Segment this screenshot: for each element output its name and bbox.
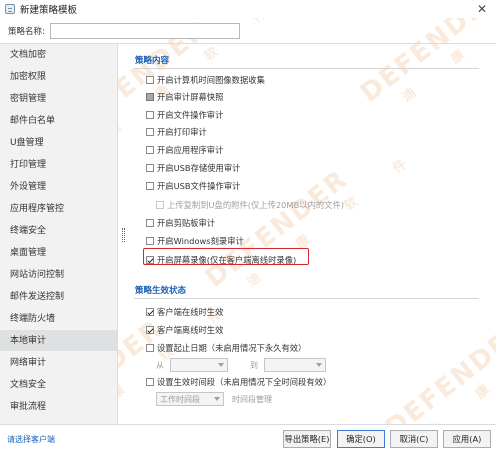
option-label: 开启应用程序审计: [157, 145, 224, 155]
sidebar-item[interactable]: U盘管理: [0, 132, 117, 154]
option-label: 开启文件操作审计: [157, 110, 224, 120]
checkbox[interactable]: [146, 146, 154, 154]
divider: [134, 298, 479, 299]
option-label: 开启Windows刻录审计: [157, 236, 244, 246]
sidebar-item[interactable]: 文档安全: [0, 374, 117, 396]
from-label: 从: [156, 360, 164, 370]
footer: 请选择客户端 导出策略(E) 确定(O) 取消(C) 应用(A): [0, 424, 496, 454]
option-label: 上传复制到U盘的附件(仅上传20MB以内的文件): [167, 200, 345, 210]
checkbox[interactable]: [146, 219, 154, 227]
sidebar-item[interactable]: 网站访问控制: [0, 264, 117, 286]
splitter-handle[interactable]: [122, 228, 125, 242]
policy-name-bar: 策略名称:: [0, 18, 496, 44]
checkbox: [156, 201, 164, 209]
date-range-row: 从 到: [156, 358, 326, 372]
option-label: 开启审计屏幕快照: [157, 92, 224, 102]
policy-option[interactable]: 开启计算机时间图像数据收集: [146, 74, 265, 86]
policy-option[interactable]: 开启审计屏幕快照: [146, 91, 223, 103]
end-date-select[interactable]: [264, 358, 326, 372]
checkbox[interactable]: [146, 182, 154, 190]
sidebar-item[interactable]: 审批流程: [0, 396, 117, 418]
chevron-down-icon: [316, 363, 322, 367]
sidebar-item[interactable]: 应用程序管控: [0, 198, 117, 220]
checkbox[interactable]: [146, 308, 154, 316]
option-label: 开启USB存储使用审计: [157, 163, 241, 173]
sidebar-item[interactable]: 密钥管理: [0, 88, 117, 110]
sidebar-item[interactable]: 终端防火墙: [0, 308, 117, 330]
checkbox[interactable]: [146, 237, 154, 245]
checkbox[interactable]: [146, 378, 154, 386]
apply-button[interactable]: 应用(A): [443, 430, 491, 448]
chevron-down-icon: [218, 363, 224, 367]
option-label: 开启计算机时间图像数据收集: [157, 75, 265, 85]
policy-option[interactable]: 开启USB文件操作审计: [146, 180, 240, 192]
sidebar-item[interactable]: 邮件发送控制: [0, 286, 117, 308]
policy-option[interactable]: 开启USB存储使用审计: [146, 162, 240, 174]
highlight-annotation: [143, 248, 309, 265]
checkbox[interactable]: [146, 128, 154, 136]
sidebar-item[interactable]: 本地审计: [0, 330, 117, 352]
window-title: 新建策略模板: [20, 5, 78, 16]
chevron-down-icon: [214, 397, 220, 401]
policy-option[interactable]: 开启应用程序审计: [146, 144, 223, 156]
policy-option[interactable]: 开启剪贴板审计: [146, 217, 215, 229]
option-label: 开启剪贴板审计: [157, 218, 216, 228]
sidebar-item[interactable]: 邮件白名单: [0, 110, 117, 132]
start-date-select[interactable]: [170, 358, 228, 372]
export-policy-button[interactable]: 导出策略(E): [283, 430, 331, 448]
sidebar-item[interactable]: 打印管理: [0, 154, 117, 176]
date-range-option[interactable]: 设置起止日期（未启用情况下永久有效）: [146, 342, 306, 354]
cancel-button[interactable]: 取消(C): [390, 430, 438, 448]
sidebar-item[interactable]: 终端安全: [0, 220, 117, 242]
sidebar-item[interactable]: 加密权限: [0, 66, 117, 88]
title-bar: 新建策略模板 ✕: [0, 0, 496, 18]
ok-button[interactable]: 确定(O): [337, 430, 385, 448]
time-period-row: 工作时间段 时间段管理: [156, 392, 272, 406]
section-title-effective-state: 策略生效状态: [135, 286, 187, 296]
checkbox[interactable]: [146, 111, 154, 119]
to-label: 到: [250, 360, 258, 370]
sidebar-item[interactable]: 外设管理: [0, 176, 117, 198]
divider: [134, 68, 479, 69]
sidebar: 文档加密 加密权限 密钥管理 邮件白名单 U盘管理 打印管理 外设管理 应用程序管控 终端安全桌…: [0, 44, 118, 424]
option-label: 开启打印审计: [157, 127, 207, 137]
window-icon: [5, 4, 15, 14]
policy-panel: 策略内容 开启计算机时间图像数据收集 开启审计屏幕快照 开启文件操作审计 开启打印审计…: [130, 44, 486, 424]
offline-effective-option[interactable]: 客户端离线时生效: [146, 324, 223, 336]
checkbox[interactable]: [146, 93, 154, 101]
time-period-select[interactable]: 工作时间段: [156, 392, 224, 406]
option-label: 开启USB文件操作审计: [157, 181, 241, 191]
policy-option[interactable]: 开启Windows刻录审计: [146, 235, 244, 247]
close-icon[interactable]: ✕: [474, 1, 490, 17]
time-period-option[interactable]: 设置生效时间段（未启用情况下全时间段有效）: [146, 376, 331, 388]
policy-name-input[interactable]: [50, 22, 240, 39]
checkbox[interactable]: [146, 326, 154, 334]
sidebar-item[interactable]: 文档加密: [0, 44, 117, 66]
checkbox[interactable]: [146, 164, 154, 172]
time-management-link[interactable]: 时间段管理: [232, 394, 272, 405]
checkbox[interactable]: [146, 76, 154, 84]
select-client-link[interactable]: 请选择客户端: [7, 434, 55, 445]
policy-name-label: 策略名称:: [8, 26, 45, 37]
sidebar-item[interactable]: 桌面管理: [0, 242, 117, 264]
section-title-policy-content: 策略内容: [135, 56, 170, 66]
policy-option[interactable]: 开启文件操作审计: [146, 109, 223, 121]
policy-option[interactable]: 开启打印审计: [146, 126, 207, 138]
online-effective-option[interactable]: 客户端在线时生效: [146, 306, 223, 318]
sidebar-item[interactable]: 网络审计: [0, 352, 117, 374]
policy-option: 上传复制到U盘的附件(仅上传20MB以内的文件): [156, 199, 344, 211]
checkbox[interactable]: [146, 344, 154, 352]
